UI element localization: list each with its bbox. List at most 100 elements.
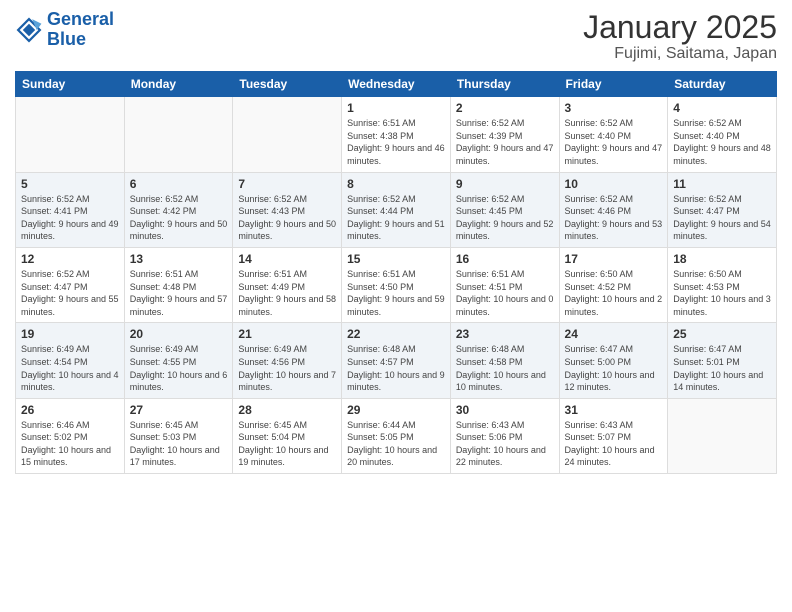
day-number: 24 [565,327,663,341]
day-number: 20 [130,327,228,341]
day-number: 30 [456,403,554,417]
day-number: 25 [673,327,771,341]
calendar-day-cell: 1 Sunrise: 6:51 AM Sunset: 4:38 PM Daylig… [342,97,451,172]
logo-general: General [47,9,114,29]
day-number: 16 [456,252,554,266]
calendar-table: SundayMondayTuesdayWednesdayThursdayFrid… [15,71,777,474]
day-number: 1 [347,101,445,115]
day-info: Sunrise: 6:51 AM Sunset: 4:51 PM Dayligh… [456,268,554,318]
day-info: Sunrise: 6:48 AM Sunset: 4:57 PM Dayligh… [347,343,445,393]
day-number: 6 [130,177,228,191]
calendar-day-cell: 24 Sunrise: 6:47 AM Sunset: 5:00 PM Dayli… [559,323,668,398]
day-number: 23 [456,327,554,341]
day-number: 5 [21,177,119,191]
day-number: 21 [238,327,336,341]
day-info: Sunrise: 6:45 AM Sunset: 5:04 PM Dayligh… [238,419,336,469]
weekday-header-thursday: Thursday [450,72,559,97]
calendar-day-cell: 11Sunrise: 6:52 AM Sunset: 4:47 PM Dayli… [668,172,777,247]
weekday-header-row: SundayMondayTuesdayWednesdayThursdayFrid… [16,72,777,97]
day-number: 17 [565,252,663,266]
day-number: 8 [347,177,445,191]
calendar-week-row: 19 Sunrise: 6:49 AM Sunset: 4:54 PM Dayli… [16,323,777,398]
day-info: Sunrise: 6:49 AM Sunset: 4:54 PM Dayligh… [21,343,119,393]
day-number: 22 [347,327,445,341]
calendar-day-cell: 8 Sunrise: 6:52 AM Sunset: 4:44 PM Daylig… [342,172,451,247]
calendar-day-cell: 7 Sunrise: 6:52 AM Sunset: 4:43 PM Daylig… [233,172,342,247]
weekday-header-tuesday: Tuesday [233,72,342,97]
day-number: 14 [238,252,336,266]
day-info: Sunrise: 6:51 AM Sunset: 4:49 PM Dayligh… [238,268,336,318]
calendar-week-row: 5 Sunrise: 6:52 AM Sunset: 4:41 PM Daylig… [16,172,777,247]
day-info: Sunrise: 6:52 AM Sunset: 4:40 PM Dayligh… [673,117,771,167]
day-number: 19 [21,327,119,341]
day-info: Sunrise: 6:47 AM Sunset: 5:00 PM Dayligh… [565,343,663,393]
calendar-day-cell: 27 Sunrise: 6:45 AM Sunset: 5:03 PM Dayli… [124,398,233,473]
calendar-day-cell: 10 Sunrise: 6:52 AM Sunset: 4:46 PM Dayli… [559,172,668,247]
day-number: 26 [21,403,119,417]
day-number: 10 [565,177,663,191]
calendar-day-cell: 31Sunrise: 6:43 AM Sunset: 5:07 PM Dayli… [559,398,668,473]
calendar-day-cell: 26 Sunrise: 6:46 AM Sunset: 5:02 PM Dayli… [16,398,125,473]
day-info: Sunrise: 6:43 AM Sunset: 5:06 PM Dayligh… [456,419,554,469]
day-number: 4 [673,101,771,115]
calendar-subtitle: Fujimi, Saitama, Japan [583,45,777,63]
calendar-day-cell: 29Sunrise: 6:44 AM Sunset: 5:05 PM Dayli… [342,398,451,473]
day-info: Sunrise: 6:52 AM Sunset: 4:45 PM Dayligh… [456,193,554,243]
calendar-day-cell: 21 Sunrise: 6:49 AM Sunset: 4:56 PM Dayli… [233,323,342,398]
day-info: Sunrise: 6:47 AM Sunset: 5:01 PM Dayligh… [673,343,771,393]
logo: General Blue [15,10,114,50]
day-info: Sunrise: 6:43 AM Sunset: 5:07 PM Dayligh… [565,419,663,469]
logo-text: General Blue [47,10,114,50]
day-info: Sunrise: 6:49 AM Sunset: 4:55 PM Dayligh… [130,343,228,393]
calendar-day-cell: 12 Sunrise: 6:52 AM Sunset: 4:47 PM Dayli… [16,247,125,322]
day-number: 18 [673,252,771,266]
page: General Blue January 2025 Fujimi, Saitam… [0,0,792,612]
day-number: 13 [130,252,228,266]
day-info: Sunrise: 6:52 AM Sunset: 4:46 PM Dayligh… [565,193,663,243]
logo-icon [15,16,43,44]
day-number: 3 [565,101,663,115]
day-info: Sunrise: 6:51 AM Sunset: 4:50 PM Dayligh… [347,268,445,318]
calendar-week-row: 26 Sunrise: 6:46 AM Sunset: 5:02 PM Dayli… [16,398,777,473]
calendar-day-cell: 23Sunrise: 6:48 AM Sunset: 4:58 PM Dayli… [450,323,559,398]
weekday-header-sunday: Sunday [16,72,125,97]
calendar-day-cell: 16 Sunrise: 6:51 AM Sunset: 4:51 PM Dayli… [450,247,559,322]
calendar-empty-cell [668,398,777,473]
calendar-day-cell: 17Sunrise: 6:50 AM Sunset: 4:52 PM Dayli… [559,247,668,322]
calendar-day-cell: 3 Sunrise: 6:52 AM Sunset: 4:40 PM Daylig… [559,97,668,172]
calendar-day-cell: 19 Sunrise: 6:49 AM Sunset: 4:54 PM Dayli… [16,323,125,398]
day-info: Sunrise: 6:51 AM Sunset: 4:38 PM Dayligh… [347,117,445,167]
day-number: 28 [238,403,336,417]
calendar-day-cell: 22 Sunrise: 6:48 AM Sunset: 4:57 PM Dayli… [342,323,451,398]
day-info: Sunrise: 6:44 AM Sunset: 5:05 PM Dayligh… [347,419,445,469]
day-number: 12 [21,252,119,266]
calendar-day-cell: 18 Sunrise: 6:50 AM Sunset: 4:53 PM Dayli… [668,247,777,322]
header: General Blue January 2025 Fujimi, Saitam… [15,10,777,63]
day-info: Sunrise: 6:46 AM Sunset: 5:02 PM Dayligh… [21,419,119,469]
day-info: Sunrise: 6:52 AM Sunset: 4:40 PM Dayligh… [565,117,663,167]
day-info: Sunrise: 6:52 AM Sunset: 4:47 PM Dayligh… [21,268,119,318]
day-info: Sunrise: 6:49 AM Sunset: 4:56 PM Dayligh… [238,343,336,393]
day-info: Sunrise: 6:50 AM Sunset: 4:53 PM Dayligh… [673,268,771,318]
title-block: January 2025 Fujimi, Saitama, Japan [583,10,777,63]
calendar-day-cell: 30 Sunrise: 6:43 AM Sunset: 5:06 PM Dayli… [450,398,559,473]
day-info: Sunrise: 6:52 AM Sunset: 4:43 PM Dayligh… [238,193,336,243]
day-info: Sunrise: 6:52 AM Sunset: 4:39 PM Dayligh… [456,117,554,167]
day-number: 27 [130,403,228,417]
calendar-day-cell: 9Sunrise: 6:52 AM Sunset: 4:45 PM Daylig… [450,172,559,247]
day-info: Sunrise: 6:51 AM Sunset: 4:48 PM Dayligh… [130,268,228,318]
day-number: 15 [347,252,445,266]
calendar-day-cell: 6Sunrise: 6:52 AM Sunset: 4:42 PM Daylig… [124,172,233,247]
weekday-header-saturday: Saturday [668,72,777,97]
day-info: Sunrise: 6:52 AM Sunset: 4:44 PM Dayligh… [347,193,445,243]
calendar-day-cell: 5 Sunrise: 6:52 AM Sunset: 4:41 PM Daylig… [16,172,125,247]
day-info: Sunrise: 6:52 AM Sunset: 4:41 PM Dayligh… [21,193,119,243]
calendar-day-cell: 25 Sunrise: 6:47 AM Sunset: 5:01 PM Dayli… [668,323,777,398]
calendar-empty-cell [16,97,125,172]
day-info: Sunrise: 6:52 AM Sunset: 4:47 PM Dayligh… [673,193,771,243]
day-number: 2 [456,101,554,115]
calendar-empty-cell [233,97,342,172]
calendar-day-cell: 2 Sunrise: 6:52 AM Sunset: 4:39 PM Daylig… [450,97,559,172]
day-number: 7 [238,177,336,191]
day-info: Sunrise: 6:45 AM Sunset: 5:03 PM Dayligh… [130,419,228,469]
